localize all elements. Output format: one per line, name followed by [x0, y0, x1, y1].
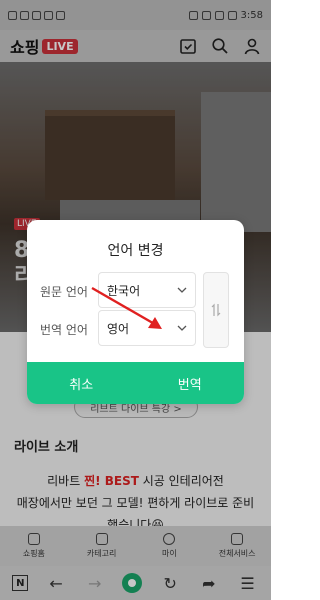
battery-icon: [227, 10, 237, 20]
logo-text: 쇼핑: [10, 38, 40, 57]
banner-image-cabinet: [45, 110, 175, 200]
signal-icon: [32, 10, 41, 20]
source-language-label: 원문 언어: [40, 285, 88, 299]
naver-n-icon[interactable]: N: [12, 575, 29, 591]
forward-arrow-icon[interactable]: →: [84, 574, 106, 593]
alarm-icon: [214, 10, 224, 20]
logo-live-badge: LIVE: [42, 38, 78, 54]
swap-languages-button[interactable]: [203, 272, 229, 348]
status-time: 3:58: [240, 9, 263, 21]
eye-icon: [201, 10, 211, 20]
browser-toolbar: N ← → ↻ ➦ ☰: [0, 566, 271, 600]
dialog-title: 언어 변경: [107, 243, 164, 259]
live-intro-title: 라이브 소개: [14, 440, 79, 455]
chevron-down-icon: [177, 325, 187, 331]
green-dot-icon[interactable]: [122, 573, 143, 593]
menu-icon[interactable]: ☰: [237, 574, 259, 593]
app-header: 쇼핑 LIVE: [0, 30, 271, 62]
nav-my[interactable]: 마이: [136, 526, 204, 566]
person-icon[interactable]: [243, 37, 261, 55]
calendar-check-icon[interactable]: [179, 37, 197, 55]
refresh-icon[interactable]: ↻: [159, 574, 181, 593]
app-notification-icon: [56, 10, 65, 20]
dialog-button-bar: 취소 번역: [27, 362, 244, 404]
swap-arrows-icon: [211, 303, 221, 317]
translate-button[interactable]: 번역: [136, 362, 245, 404]
bottom-navigation: 쇼핑홈 카테고리 마이 전체서비스: [0, 526, 271, 566]
share-icon[interactable]: ➦: [198, 574, 220, 593]
annotation-arrow-icon: [91, 286, 162, 329]
live-description-line-1: 리바트 찐! BEST 시공 인테리어전: [47, 474, 224, 488]
live-description-line-2: 매장에서만 보던 그 모델! 편하게 라이브로 준비: [16, 496, 255, 510]
chevron-down-icon: [177, 287, 187, 293]
notification-icons: [8, 10, 65, 20]
status-bar: 3:58: [0, 0, 271, 30]
wifi-icon: [44, 10, 53, 20]
nav-shopping-home[interactable]: 쇼핑홈: [0, 526, 68, 566]
message-icon: [20, 10, 29, 20]
banner-image-wall: [201, 92, 271, 232]
search-icon[interactable]: [211, 37, 229, 55]
shopping-home-icon: [27, 533, 40, 545]
target-language-label: 번역 언어: [40, 323, 88, 337]
nav-category[interactable]: 카테고리: [68, 526, 136, 566]
grid-icon: [231, 533, 244, 545]
nav-all-services[interactable]: 전체서비스: [203, 526, 271, 566]
back-arrow-icon[interactable]: ←: [45, 574, 67, 593]
menu-icon: [95, 533, 108, 545]
cancel-button[interactable]: 취소: [27, 362, 136, 404]
shopping-live-logo[interactable]: 쇼핑 LIVE: [10, 34, 78, 58]
gallery-icon: [8, 10, 17, 20]
key-icon: [188, 10, 198, 20]
person-icon: [163, 533, 176, 545]
